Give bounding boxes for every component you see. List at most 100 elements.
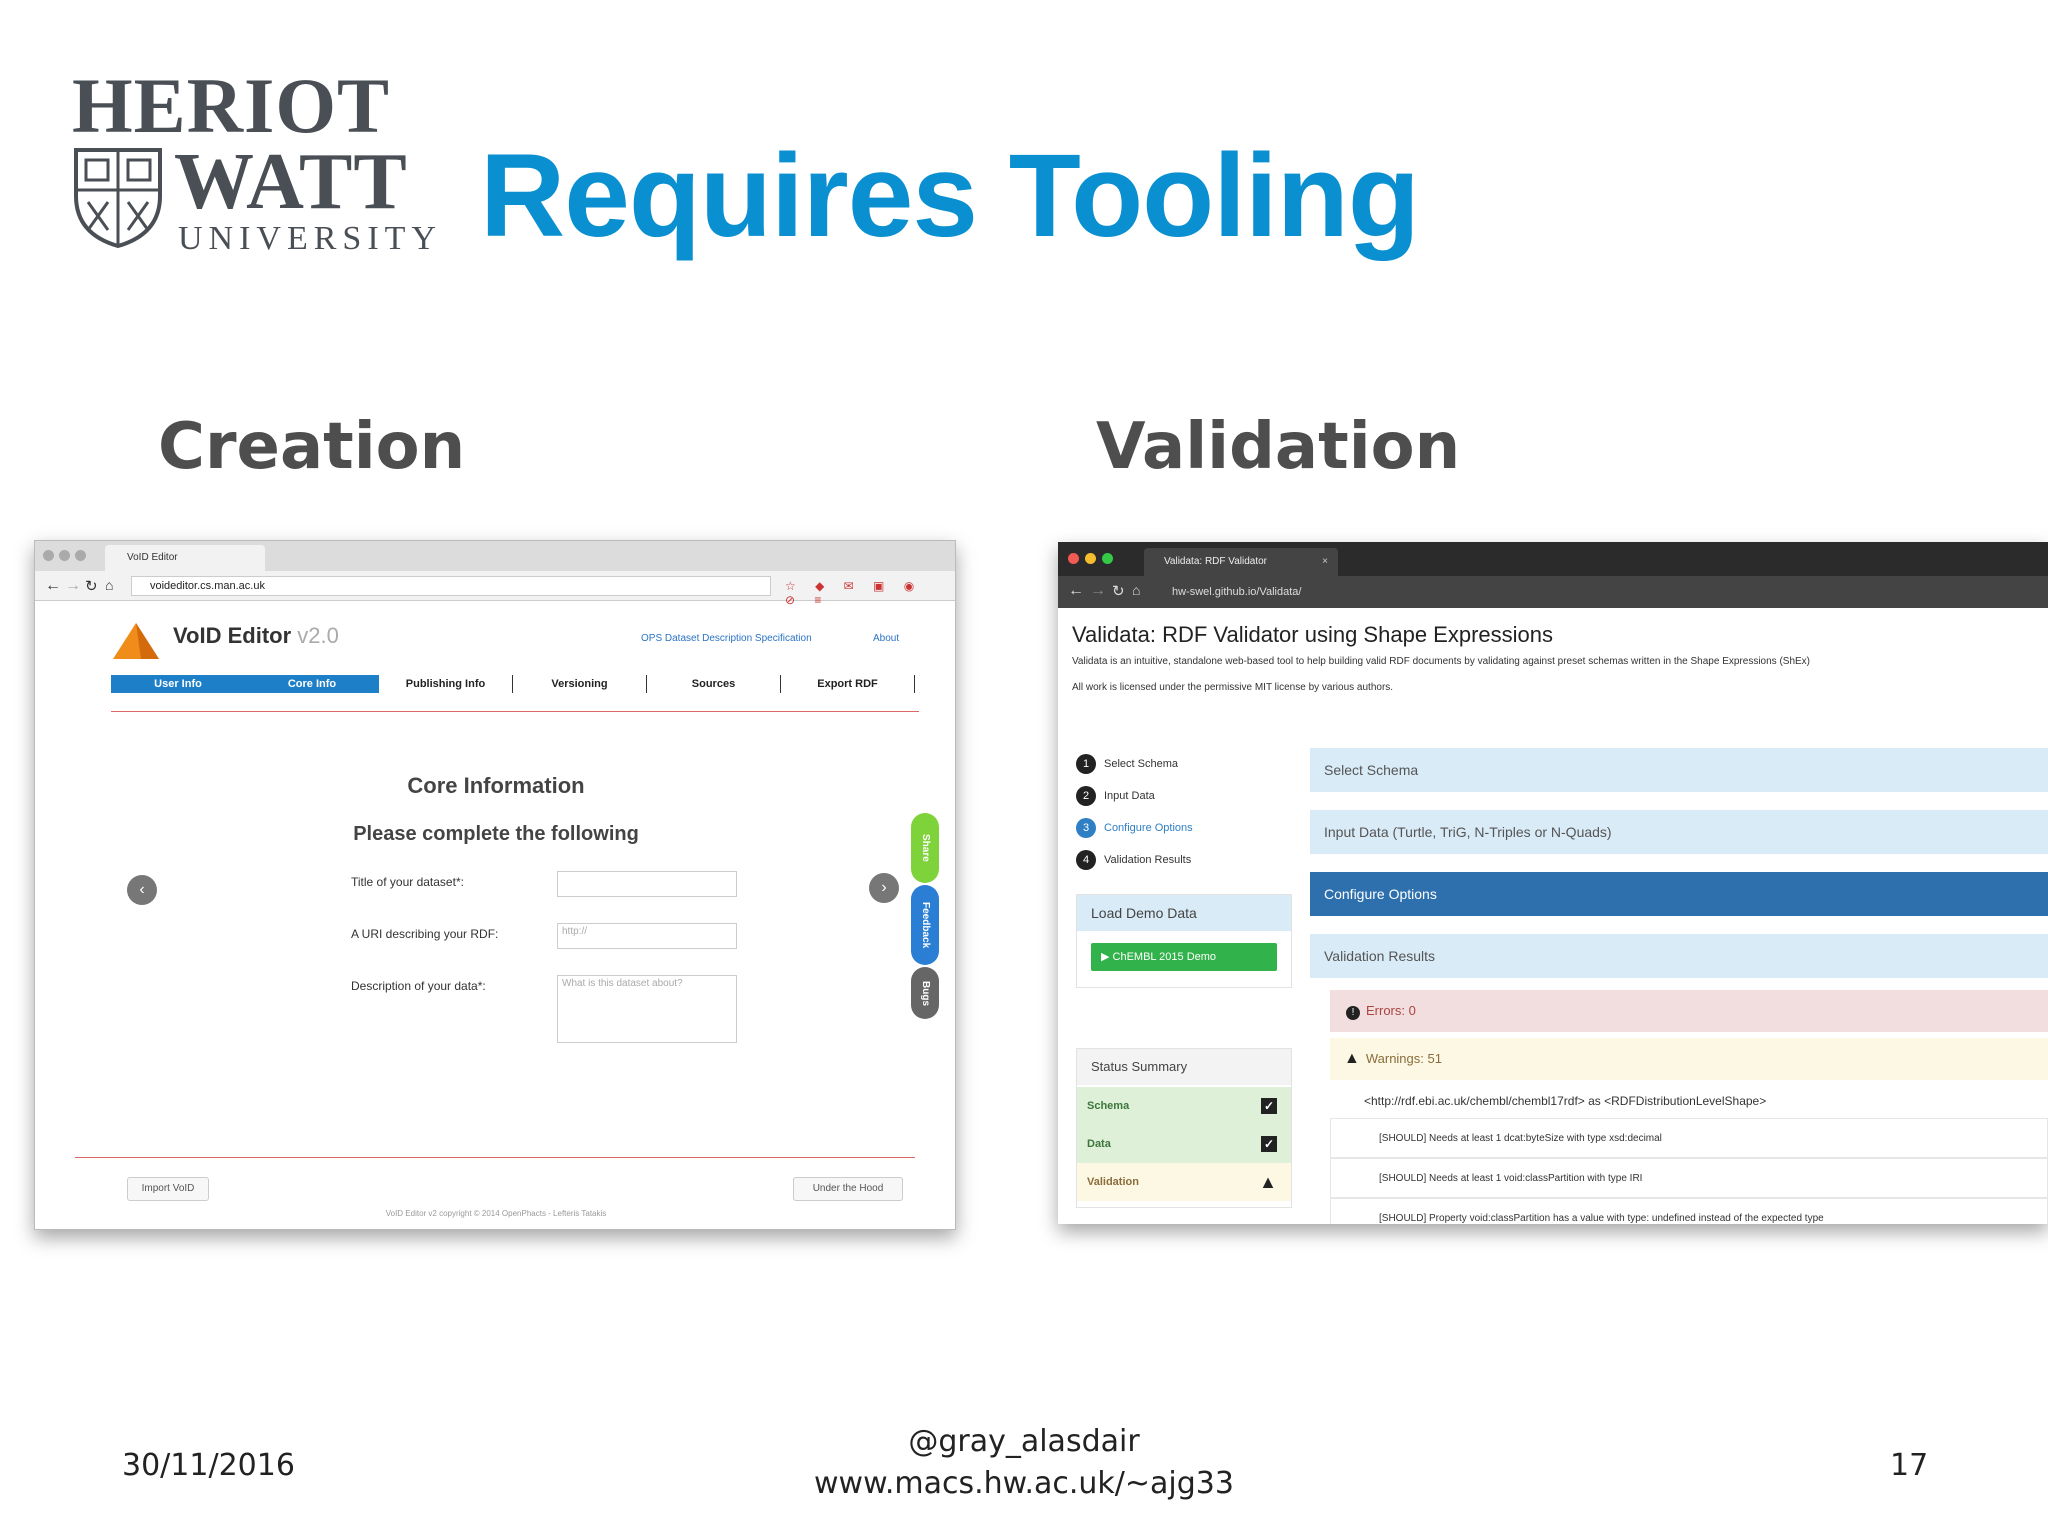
field-label-title: Title of your dataset*: [351, 875, 464, 889]
validata-title: Validata: RDF Validator using Shape Expr… [1072, 622, 1553, 647]
status-row-validation: Validation ▲ [1077, 1163, 1291, 1201]
slide-title: Requires Tooling [480, 130, 1420, 262]
status-row-data: Data ✓ [1077, 1125, 1291, 1163]
status-data-label: Data [1087, 1138, 1111, 1150]
reload-icon[interactable]: ↻ [1112, 582, 1125, 600]
result-line: [SHOULD] Needs at least 1 void:classPart… [1330, 1158, 2048, 1198]
uri-input[interactable]: http:// [557, 923, 737, 949]
feedback-side-button[interactable]: Feedback [911, 885, 939, 965]
tab-versioning[interactable]: Versioning [513, 675, 647, 693]
logo-university: UNIVERSITY [178, 220, 442, 257]
footer-url: www.macs.hw.ac.uk/~ajg33 [814, 1466, 1234, 1501]
demo-button[interactable]: ▶ ChEMBL 2015 Demo [1091, 943, 1277, 971]
extension-icons[interactable]: ☆ ◆ ✉ ▣ ◉ ⊘ ≡ [785, 579, 945, 607]
step-3-label[interactable]: Configure Options [1104, 822, 1193, 834]
back-arrow-icon[interactable]: ← [1068, 582, 1084, 600]
void-editor-version: v2.0 [297, 623, 339, 648]
footer-divider [75, 1157, 915, 1158]
window-close-button[interactable] [1068, 553, 1079, 564]
window-minimize-button[interactable] [1085, 553, 1096, 564]
tab-core-info[interactable]: Core Info [245, 675, 379, 693]
status-summary-heading: Status Summary [1077, 1049, 1291, 1085]
window-minimize-button[interactable] [59, 550, 70, 561]
errors-row[interactable]: ! Errors: 0 [1330, 990, 2048, 1032]
top-link-spec[interactable]: OPS Dataset Description Specification [641, 633, 812, 644]
error-icon: ! [1346, 1006, 1360, 1020]
panel-validation-results[interactable]: Validation Results [1310, 934, 2048, 978]
app-name: VoID Editor v2.0 [173, 623, 339, 649]
address-bar[interactable]: hw-swel.github.io/Validata/ [1154, 582, 2034, 602]
window-maximize-button[interactable] [1102, 553, 1113, 564]
copyright-text: VoID Editor v2 copyright © 2014 OpenPhac… [385, 1209, 607, 1218]
errors-count: Errors: 0 [1366, 1003, 1416, 1018]
step-4-label[interactable]: Validation Results [1104, 854, 1191, 866]
warnings-row[interactable]: ▲ Warnings: 51 [1330, 1038, 2048, 1080]
logo-watt: WATT [174, 138, 408, 226]
step-2-badge: 2 [1076, 786, 1096, 806]
home-icon[interactable]: ⌂ [105, 577, 113, 593]
next-arrow-button[interactable]: › [869, 873, 899, 903]
import-void-button[interactable]: Import VoID [127, 1177, 209, 1201]
tab-publishing-info[interactable]: Publishing Info [379, 675, 513, 693]
crest-icon [74, 148, 162, 249]
window-close-button[interactable] [43, 550, 54, 561]
panel-configure-options[interactable]: Configure Options [1310, 872, 2048, 916]
step-4-badge: 4 [1076, 850, 1096, 870]
browser-tab-strip: VoID Editor [35, 541, 955, 571]
void-editor-name: VoID Editor [173, 623, 292, 648]
browser-toolbar: ← → ↻ ⌂ hw-swel.github.io/Validata/ [1058, 576, 2048, 608]
browser-tab[interactable]: Validata: RDF Validator × [1144, 548, 1338, 576]
void-editor-screenshot: VoID Editor ← → ↻ ⌂ voideditor.cs.man.ac… [34, 540, 956, 1230]
address-url: voideditor.cs.man.ac.uk [150, 580, 265, 592]
slide-number: 17 [1890, 1448, 1929, 1483]
validata-description: Validata is an intuitive, standalone web… [1072, 656, 1811, 667]
step-1-badge: 1 [1076, 754, 1096, 774]
status-validation-label: Validation [1087, 1176, 1139, 1188]
uri-placeholder: http:// [562, 926, 588, 937]
window-maximize-button[interactable] [75, 550, 86, 561]
tab-close-icon[interactable]: × [1322, 548, 1328, 576]
reload-icon[interactable]: ↻ [85, 577, 98, 595]
header-divider [111, 711, 919, 712]
status-schema-label: Schema [1087, 1100, 1130, 1112]
tab-sources[interactable]: Sources [647, 675, 781, 693]
tab-export-rdf[interactable]: Export RDF [781, 675, 915, 693]
warnings-count: Warnings: 51 [1365, 1051, 1442, 1066]
top-link-about[interactable]: About [873, 633, 899, 644]
void-logo-icon [113, 623, 159, 659]
warning-triangle-icon: ▲ [1259, 1172, 1277, 1192]
university-logo: HERIOT WATT UNIVERSITY [70, 66, 436, 258]
browser-tab[interactable]: VoID Editor [105, 545, 265, 571]
prev-arrow-button[interactable]: ‹ [127, 875, 157, 905]
result-line: [SHOULD] Needs at least 1 dcat:byteSize … [1330, 1118, 2048, 1158]
under-the-hood-button[interactable]: Under the Hood [793, 1177, 903, 1201]
step-1-label[interactable]: Select Schema [1104, 758, 1178, 770]
status-row-schema: Schema ✓ [1077, 1087, 1291, 1125]
title-input[interactable] [557, 871, 737, 897]
panel-select-schema[interactable]: Select Schema [1310, 748, 2048, 792]
tab-user-info[interactable]: User Info [111, 675, 245, 693]
step-2-label[interactable]: Input Data [1104, 790, 1155, 802]
validata-screenshot: Validata: RDF Validator × ← → ↻ ⌂ hw-swe… [1058, 542, 2048, 1224]
address-url: hw-swel.github.io/Validata/ [1172, 586, 1302, 598]
browser-tab-title: Validata: RDF Validator [1164, 556, 1268, 567]
forward-arrow-icon[interactable]: → [1090, 582, 1106, 600]
field-label-uri: A URI describing your RDF: [351, 927, 499, 941]
step-list: 1 Select Schema 2 Input Data 3 Configure… [1076, 754, 1236, 874]
description-textarea[interactable]: What is this dataset about? [557, 975, 737, 1043]
checkbox-checked-icon: ✓ [1261, 1136, 1277, 1152]
validation-heading: Validation [1096, 410, 1461, 484]
home-icon[interactable]: ⌂ [1132, 582, 1140, 598]
address-bar[interactable]: voideditor.cs.man.ac.uk [131, 576, 771, 596]
back-arrow-icon[interactable]: ← [45, 577, 61, 595]
creation-heading: Creation [158, 410, 466, 484]
forward-arrow-icon[interactable]: → [65, 577, 81, 595]
panel-input-data[interactable]: Input Data (Turtle, TriG, N-Triples or N… [1310, 810, 2048, 854]
share-side-button[interactable]: Share [911, 813, 939, 883]
browser-tab-title: VoID Editor [127, 552, 178, 563]
step-3-badge: 3 [1076, 818, 1096, 838]
validata-license: All work is licensed under the permissiv… [1072, 682, 1394, 693]
result-line: [SHOULD] Property void:classPartition ha… [1330, 1198, 2048, 1224]
description-placeholder: What is this dataset about? [562, 978, 683, 989]
bugs-side-button[interactable]: Bugs [911, 967, 939, 1019]
